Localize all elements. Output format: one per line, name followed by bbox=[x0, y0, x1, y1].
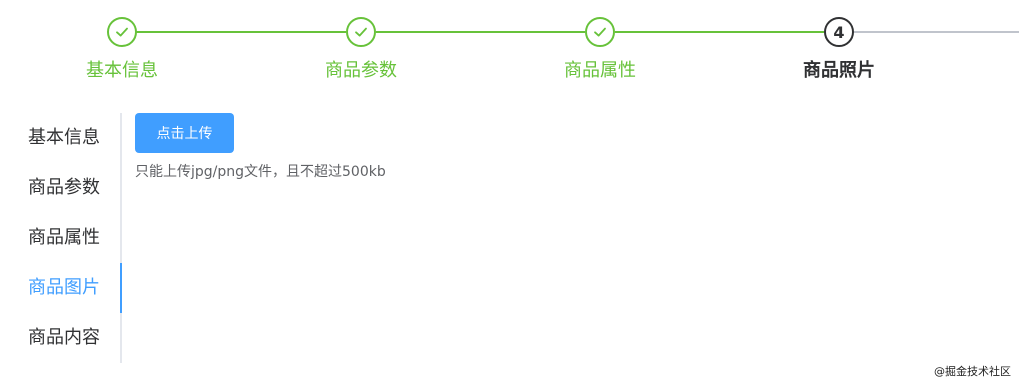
step-title-product-attributes: 商品属性 bbox=[564, 60, 636, 81]
upload-button[interactable]: 点击上传 bbox=[135, 113, 234, 153]
tab-product-attributes[interactable]: 商品属性 bbox=[0, 213, 120, 263]
step-connector bbox=[854, 31, 1019, 33]
step-connector bbox=[376, 31, 585, 33]
step-connector bbox=[136, 31, 346, 33]
step-number-4: 4 bbox=[824, 17, 854, 47]
steps-bar: 基本信息 商品参数 商品属性 4 商品照片 bbox=[0, 0, 1019, 100]
step-title-product-params: 商品参数 bbox=[325, 60, 397, 81]
step-title-product-photos: 商品照片 bbox=[803, 60, 875, 81]
vertical-tabs: 基本信息 商品参数 商品属性 商品图片 商品内容 bbox=[0, 113, 122, 363]
step-title-basic-info: 基本信息 bbox=[86, 60, 158, 81]
upload-tip: 只能上传jpg/png文件，且不超过500kb bbox=[135, 164, 386, 180]
tab-basic-info[interactable]: 基本信息 bbox=[0, 113, 120, 163]
tab-product-content[interactable]: 商品内容 bbox=[0, 313, 120, 363]
tab-product-images[interactable]: 商品图片 bbox=[0, 263, 122, 313]
watermark: @掘金技术社区 bbox=[934, 365, 1011, 378]
check-icon bbox=[585, 17, 615, 47]
check-icon bbox=[346, 17, 376, 47]
step-connector bbox=[615, 31, 824, 33]
check-icon bbox=[107, 17, 137, 47]
tab-product-params[interactable]: 商品参数 bbox=[0, 163, 120, 213]
